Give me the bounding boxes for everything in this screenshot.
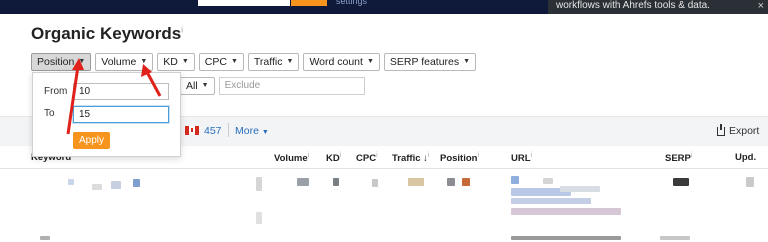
redacted-cell [462,178,470,186]
include-mode-select[interactable]: All ▼ [180,77,215,95]
column-serp[interactable]: SERPi [665,152,692,164]
filter-serp-features[interactable]: SERP features ▼ [383,53,477,71]
chevron-down-icon: ▼ [78,58,86,65]
close-icon[interactable]: × [758,0,764,12]
redacted-cell [447,178,455,186]
to-label: To [44,108,55,119]
exclude-input[interactable]: Exclude [218,77,365,95]
page-title: Organic Keywordsi [31,24,183,44]
filter-label: Volume [101,56,137,68]
filter-cpc[interactable]: CPC ▼ [198,53,244,71]
chevron-down-icon: ▼ [140,58,148,65]
redacted-cell [511,198,591,204]
filter-label: Word count [309,56,363,68]
filter-bar: Position ▼ Volume ▼ KD ▼ CPC ▼ Traffic ▼ Word… [31,53,477,71]
column-traffic[interactable]: Traffic ↓i [392,152,429,164]
info-icon[interactable]: i [308,152,310,159]
redacted-cell [746,177,754,187]
more-dropdown[interactable]: More ▼ [235,125,269,137]
select-label: All [186,80,198,92]
redacted-cell [111,181,121,189]
redacted-cell [333,178,339,186]
filter-word-count[interactable]: Word count ▼ [303,53,380,71]
position-from-input[interactable]: 10 [73,83,169,100]
chevron-down-icon: ▼ [201,82,209,89]
chevron-down-icon: ▼ [261,129,269,136]
more-label: More [235,125,259,137]
redacted-cell [92,184,102,190]
export-label: Export [729,125,760,137]
chevron-down-icon: ▼ [463,58,471,65]
column-cpc[interactable]: CPCi [356,152,378,164]
info-icon[interactable]: i [477,152,479,159]
column-url[interactable]: URLi [511,152,532,164]
chevron-down-icon: ▼ [286,58,294,65]
column-volume[interactable]: Volumei [274,152,309,164]
chevron-down-icon: ▼ [181,58,189,65]
redacted-cell [256,177,262,191]
filter-label: CPC [204,56,227,68]
apply-button[interactable]: Apply [73,132,110,149]
info-icon[interactable]: i [691,152,693,159]
redacted-cell [511,208,621,215]
settings-link[interactable]: settings [336,0,367,6]
divider [0,168,768,169]
search-button[interactable] [291,0,327,6]
filter-label: SERP features [389,56,460,68]
export-icon [717,123,725,136]
redacted-cell [543,178,553,184]
column-updated[interactable]: Upd. [735,152,756,163]
redacted-cell [256,212,262,224]
column-kd[interactable]: KDi [326,152,341,164]
redacted-cell [133,179,140,187]
chevron-down-icon: ▼ [366,58,374,65]
divider [228,123,229,137]
filter-traffic[interactable]: Traffic ▼ [247,53,300,71]
filter-kd[interactable]: KD ▼ [157,53,195,71]
redacted-cell [660,236,690,240]
redacted-cell [40,236,50,240]
filter-label: KD [163,56,178,68]
redacted-cell [511,176,519,184]
info-icon[interactable]: i [531,152,533,159]
chevron-down-icon: ▼ [230,58,238,65]
export-button[interactable]: Export [717,123,760,137]
ahrefs-page: settings workflows with Ahrefs tools & d… [0,0,768,242]
search-field[interactable] [198,0,290,6]
redacted-cell [408,178,424,186]
redacted-cell [560,186,600,192]
canada-flag-icon[interactable] [185,126,199,135]
info-icon[interactable]: i [428,152,430,159]
redacted-cell [297,178,309,186]
country-count[interactable]: 457 [204,125,222,137]
redacted-cell [372,179,378,187]
info-icon[interactable]: i [376,152,378,159]
notification-toast: workflows with Ahrefs tools & data. × [548,0,768,14]
info-icon[interactable]: i [340,152,342,159]
toast-text: workflows with Ahrefs tools & data. [556,0,710,11]
column-position[interactable]: Positioni [440,152,479,164]
redacted-cell [673,178,689,186]
position-filter-dropdown: From 10 To 15 Apply [32,72,181,157]
from-label: From [44,86,68,97]
filter-row-2: All ▼ Exclude [180,77,365,95]
page-title-text: Organic Keywords [31,24,182,43]
filter-label: Traffic [253,56,283,68]
info-icon[interactable]: i [181,25,183,34]
filter-label: Position [37,56,75,68]
redacted-cell [68,179,74,185]
redacted-cell [511,236,621,240]
filter-position[interactable]: Position ▼ [31,53,92,71]
position-to-input[interactable]: 15 [73,106,169,123]
filter-volume[interactable]: Volume ▼ [95,53,154,71]
